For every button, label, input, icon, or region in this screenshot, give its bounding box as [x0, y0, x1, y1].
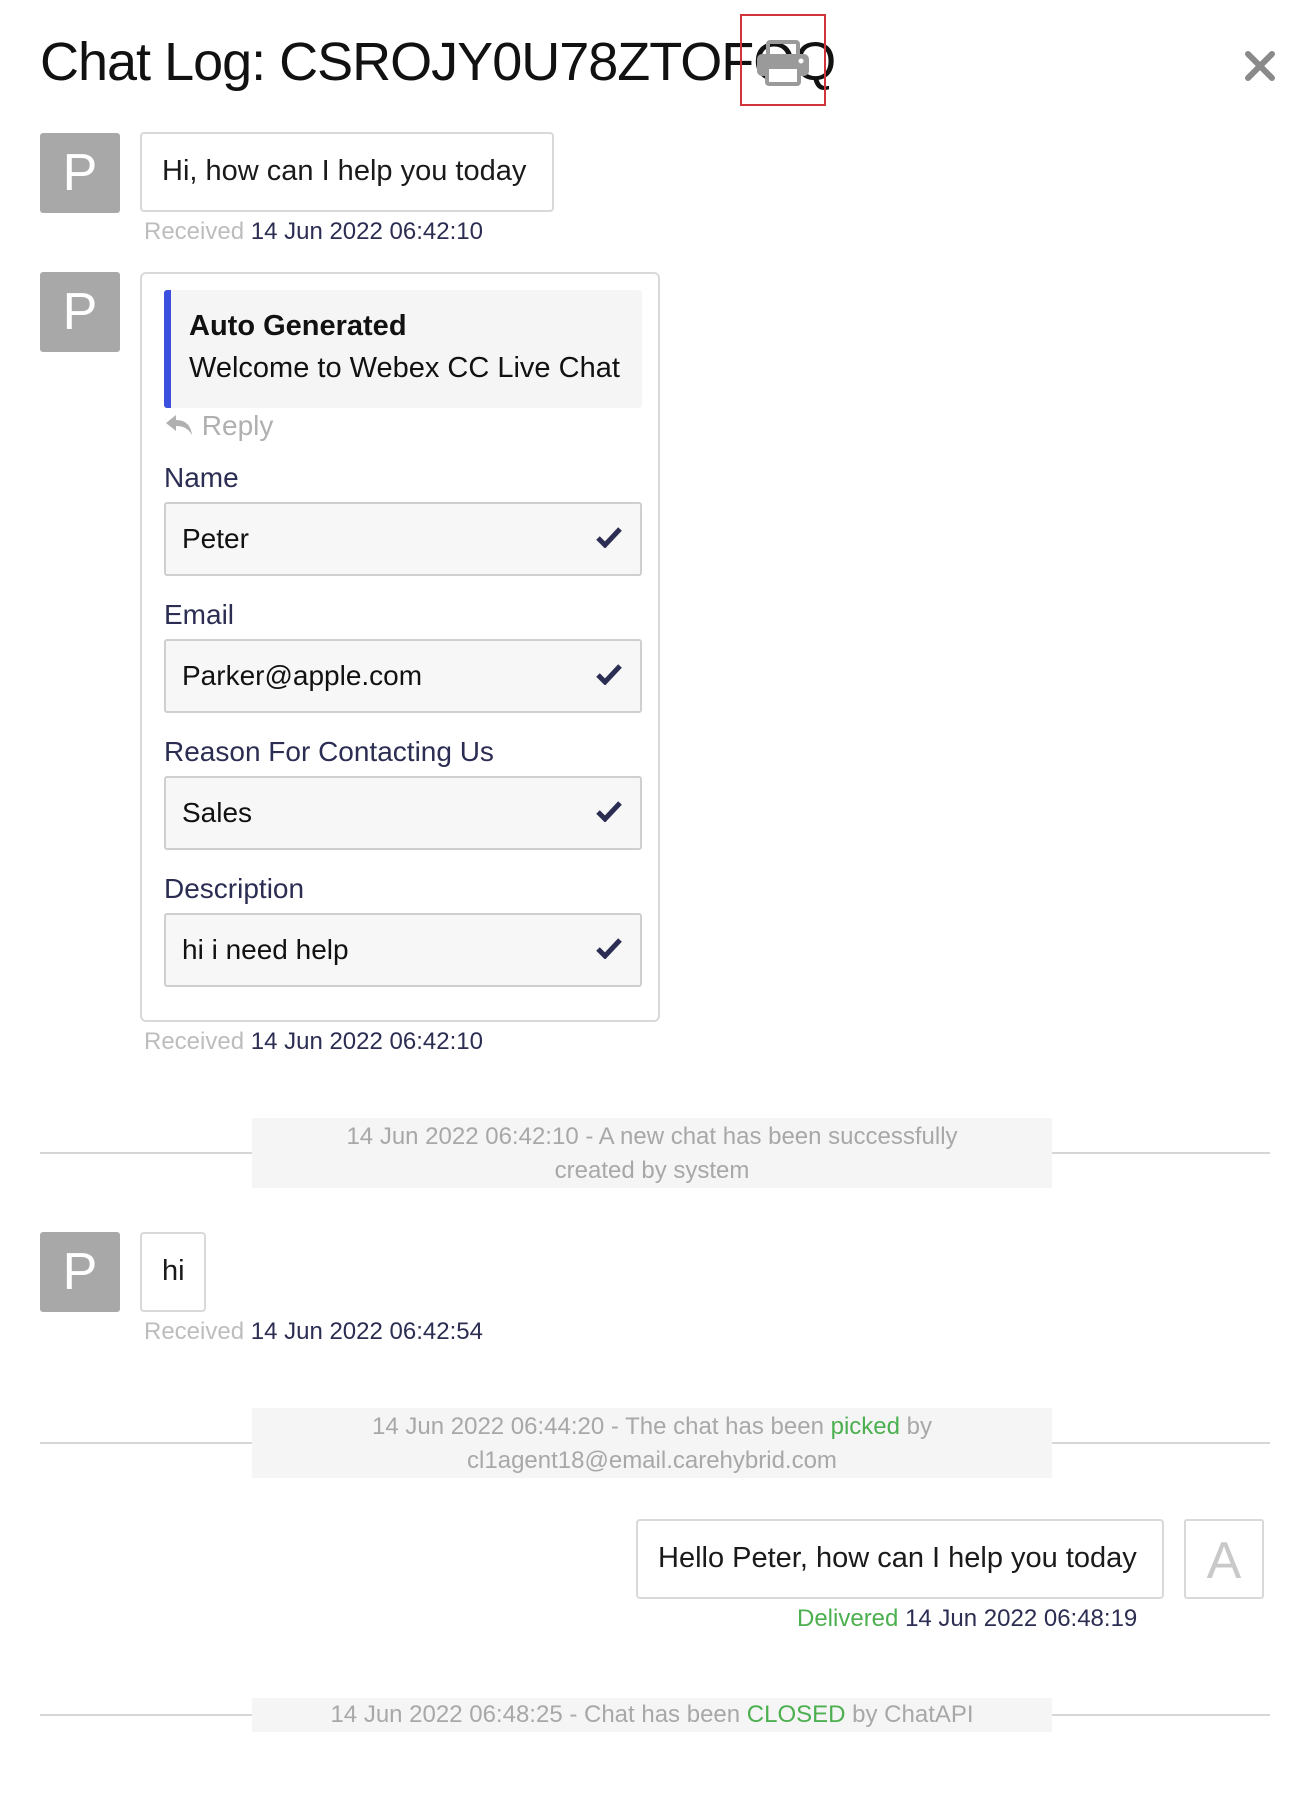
reply-label: Reply: [201, 410, 274, 441]
quote-body: Welcome to Webex CC Live Chat: [189, 352, 620, 384]
checkmark-icon: [596, 527, 622, 548]
printer-icon: [757, 40, 809, 86]
message-status: Received: [144, 218, 245, 245]
checkmark-icon: [596, 801, 622, 822]
field-reason: Sales: [164, 776, 642, 850]
system-event-highlight: picked: [830, 1413, 900, 1440]
system-event-text: 14 Jun 2022 06:44:20 - The chat has been: [372, 1413, 831, 1440]
message-bubble: Hello Peter, how can I help you today: [636, 1519, 1164, 1599]
message-timestamp: 14 Jun 2022 06:42:10: [250, 1028, 483, 1055]
message-text: hi: [162, 1255, 185, 1287]
field-value: hi i need help: [182, 934, 349, 965]
field-label-reason: Reason For Contacting Us: [164, 736, 494, 767]
agent-avatar: A: [1184, 1519, 1264, 1599]
avatar: P: [40, 272, 120, 352]
system-event-text: by: [899, 1413, 932, 1440]
system-event: 14 Jun 2022 06:42:10 - A new chat has be…: [252, 1118, 1052, 1188]
avatar: P: [40, 133, 120, 213]
system-event: 14 Jun 2022 06:44:20 - The chat has been…: [252, 1408, 1052, 1478]
system-event-line: 14 Jun 2022 06:44:20 - The chat has been…: [272, 1410, 1032, 1444]
field-label-description: Description: [164, 873, 305, 904]
system-event-text: by ChatAPI: [845, 1701, 974, 1728]
reply-icon: [166, 415, 192, 435]
system-event-line: cl1agent18@email.carehybrid.com: [467, 1447, 837, 1474]
print-button[interactable]: [740, 14, 826, 106]
field-email: Parker@apple.com: [164, 639, 642, 713]
checkmark-icon: [596, 938, 622, 959]
message-timestamp: 14 Jun 2022 06:48:19: [905, 1605, 1138, 1632]
quoted-message: Auto Generated Welcome to Webex CC Live …: [164, 290, 642, 408]
message-timestamp: 14 Jun 2022 06:42:10: [250, 218, 483, 245]
message-status: Received: [144, 1318, 245, 1345]
message-bubble: Hi, how can I help you today: [140, 132, 554, 212]
message-meta: Received 14 Jun 2022 06:42:10: [144, 1028, 483, 1056]
message-text: Hi, how can I help you today: [162, 155, 527, 187]
message-bubble: hi: [140, 1232, 206, 1312]
field-value: Parker@apple.com: [182, 660, 423, 691]
close-button[interactable]: [1238, 44, 1282, 88]
field-value: Peter: [182, 523, 249, 554]
field-description: hi i need help: [164, 913, 642, 987]
reply-link[interactable]: Reply: [164, 410, 273, 442]
field-label-name: Name: [164, 462, 239, 493]
message-status: Delivered: [797, 1605, 899, 1632]
quote-title: Auto Generated: [189, 310, 407, 342]
field-name: Peter: [164, 502, 642, 576]
field-label-email: Email: [164, 599, 235, 630]
message-timestamp: 14 Jun 2022 06:42:54: [250, 1318, 483, 1345]
message-status: Received: [144, 1028, 245, 1055]
avatar: P: [40, 1232, 120, 1312]
form-card: Auto Generated Welcome to Webex CC Live …: [140, 272, 660, 1022]
message-meta: Delivered 14 Jun 2022 06:48:19: [797, 1605, 1137, 1633]
field-value: Sales: [182, 797, 253, 828]
system-event-line: created by system: [554, 1157, 750, 1184]
system-event-highlight: CLOSED: [746, 1701, 846, 1728]
system-event-line: 14 Jun 2022 06:42:10 - A new chat has be…: [346, 1123, 958, 1150]
message-meta: Received 14 Jun 2022 06:42:10: [144, 218, 483, 246]
system-event: 14 Jun 2022 06:48:25 - Chat has been CLO…: [252, 1698, 1052, 1732]
system-event-text: 14 Jun 2022 06:48:25 - Chat has been: [330, 1701, 747, 1728]
checkmark-icon: [596, 664, 622, 685]
page-title: Chat Log: CSROJY0U78ZTOFOQ: [40, 32, 836, 92]
message-text: Hello Peter, how can I help you today: [658, 1542, 1137, 1574]
message-meta: Received 14 Jun 2022 06:42:54: [144, 1318, 483, 1346]
close-icon: [1245, 51, 1275, 81]
